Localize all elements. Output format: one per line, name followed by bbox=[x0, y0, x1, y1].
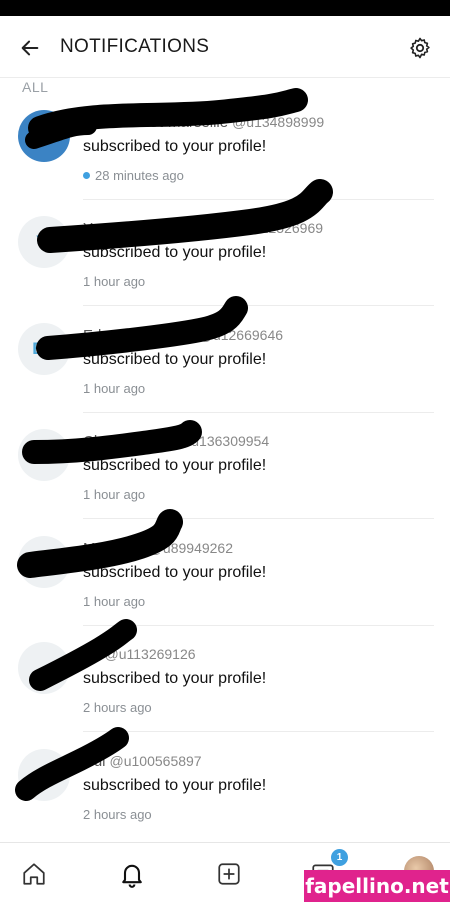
notification-item[interactable]: Cil @u113269126 subscribed to your profil… bbox=[0, 626, 450, 732]
section-label-all: ALL bbox=[22, 79, 49, 95]
user-handle: @u12669646 bbox=[198, 327, 284, 343]
notification-item[interactable]: Nul @u100565897 subscribed to your profil… bbox=[0, 733, 450, 839]
notification-time: 1 hour ago bbox=[83, 487, 145, 502]
notification-time: 2 hours ago bbox=[83, 700, 152, 715]
user-display-name: Cil bbox=[83, 646, 101, 663]
nav-create[interactable] bbox=[212, 857, 246, 891]
divider bbox=[83, 518, 434, 519]
avatar[interactable] bbox=[18, 642, 70, 694]
notification-text: subscribed to your profile! bbox=[83, 244, 267, 261]
user-handle: @u136309954 bbox=[177, 433, 270, 449]
avatar[interactable] bbox=[18, 429, 70, 481]
user-handle: @u22526969 bbox=[238, 220, 324, 236]
status-bar bbox=[0, 0, 450, 16]
avatar[interactable]: YI bbox=[18, 216, 70, 268]
avatar[interactable] bbox=[18, 749, 70, 801]
notification-text: subscribed to your profile! bbox=[83, 457, 267, 474]
notification-user[interactable]: Yves-Martin Francoeur @u22526969 bbox=[83, 220, 323, 237]
user-display-name: Yves-Martin Francoeur bbox=[83, 220, 235, 237]
bell-icon bbox=[122, 864, 142, 888]
page-title: NOTIFICATIONS bbox=[60, 36, 210, 57]
notification-item[interactable]: Max8882 @u89949262 subscribed to your pro… bbox=[0, 520, 450, 626]
header: NOTIFICATIONS bbox=[0, 16, 450, 78]
avatar[interactable] bbox=[18, 536, 70, 588]
notification-item[interactable]: ER Edmund Romulo @u12669646 subscribed to… bbox=[0, 307, 450, 413]
notification-text: subscribed to your profile! bbox=[83, 138, 267, 155]
notification-time: 28 minutes ago bbox=[83, 168, 184, 183]
notification-time: 1 hour ago bbox=[83, 381, 145, 396]
user-handle: @u134898999 bbox=[232, 114, 325, 130]
time-text: 1 hour ago bbox=[83, 594, 146, 609]
notification-user[interactable]: Cil @u113269126 bbox=[83, 646, 196, 663]
nav-notifications[interactable] bbox=[115, 857, 149, 891]
user-display-name: Edmund Romulo bbox=[83, 327, 195, 344]
user-handle: @u113269126 bbox=[104, 646, 196, 662]
user-display-name: Nul bbox=[83, 753, 106, 770]
time-text: 2 hours ago bbox=[83, 807, 152, 822]
notification-time: 2 hours ago bbox=[83, 807, 152, 822]
messages-badge: 1 bbox=[331, 849, 348, 866]
notification-text: subscribed to your profile! bbox=[83, 564, 267, 581]
notification-user[interactable]: Jonathan St-marseille @u134898999 bbox=[83, 114, 324, 131]
watermark: fapellino.net bbox=[304, 870, 450, 902]
user-handle: @u100565897 bbox=[109, 753, 202, 769]
notification-item[interactable]: Chase rogers @u136309954 subscribed to yo… bbox=[0, 413, 450, 519]
user-handle: @u89949262 bbox=[148, 540, 234, 556]
divider bbox=[83, 731, 434, 732]
back-button[interactable] bbox=[14, 32, 46, 64]
notification-user[interactable]: Chase rogers @u136309954 bbox=[83, 433, 269, 450]
time-text: 1 hour ago bbox=[83, 381, 146, 396]
user-display-name: Max8882 bbox=[83, 540, 145, 557]
arrow-left-icon bbox=[21, 40, 39, 56]
notification-item[interactable]: Jonathan St-marseille @u134898999 subscri… bbox=[0, 94, 450, 200]
divider bbox=[83, 305, 434, 306]
notification-user[interactable]: Max8882 @u89949262 bbox=[83, 540, 233, 557]
notification-text: subscribed to your profile! bbox=[83, 670, 267, 687]
plus-square-icon bbox=[218, 863, 240, 885]
notification-text: subscribed to your profile! bbox=[83, 351, 267, 368]
notification-item[interactable]: YI Yves-Martin Francoeur @u22526969 subsc… bbox=[0, 200, 450, 306]
notification-time: 1 hour ago bbox=[83, 274, 145, 289]
avatar[interactable]: ER bbox=[18, 323, 70, 375]
notification-user[interactable]: Nul @u100565897 bbox=[83, 753, 202, 770]
user-display-name: Chase rogers bbox=[83, 433, 174, 450]
gear-icon bbox=[410, 37, 430, 59]
time-text: 2 hours ago bbox=[83, 700, 152, 715]
time-text: 28 minutes ago bbox=[95, 168, 184, 183]
unread-dot bbox=[83, 172, 90, 179]
notification-user[interactable]: Edmund Romulo @u12669646 bbox=[83, 327, 283, 344]
avatar[interactable] bbox=[18, 110, 70, 162]
time-text: 1 hour ago bbox=[83, 274, 146, 289]
user-display-name: Jonathan St-marseille bbox=[83, 114, 229, 131]
nav-home[interactable] bbox=[17, 857, 51, 891]
notification-time: 1 hour ago bbox=[83, 594, 145, 609]
notification-text: subscribed to your profile! bbox=[83, 777, 267, 794]
time-text: 1 hour ago bbox=[83, 487, 146, 502]
home-icon bbox=[23, 863, 45, 885]
settings-button[interactable] bbox=[403, 31, 437, 65]
